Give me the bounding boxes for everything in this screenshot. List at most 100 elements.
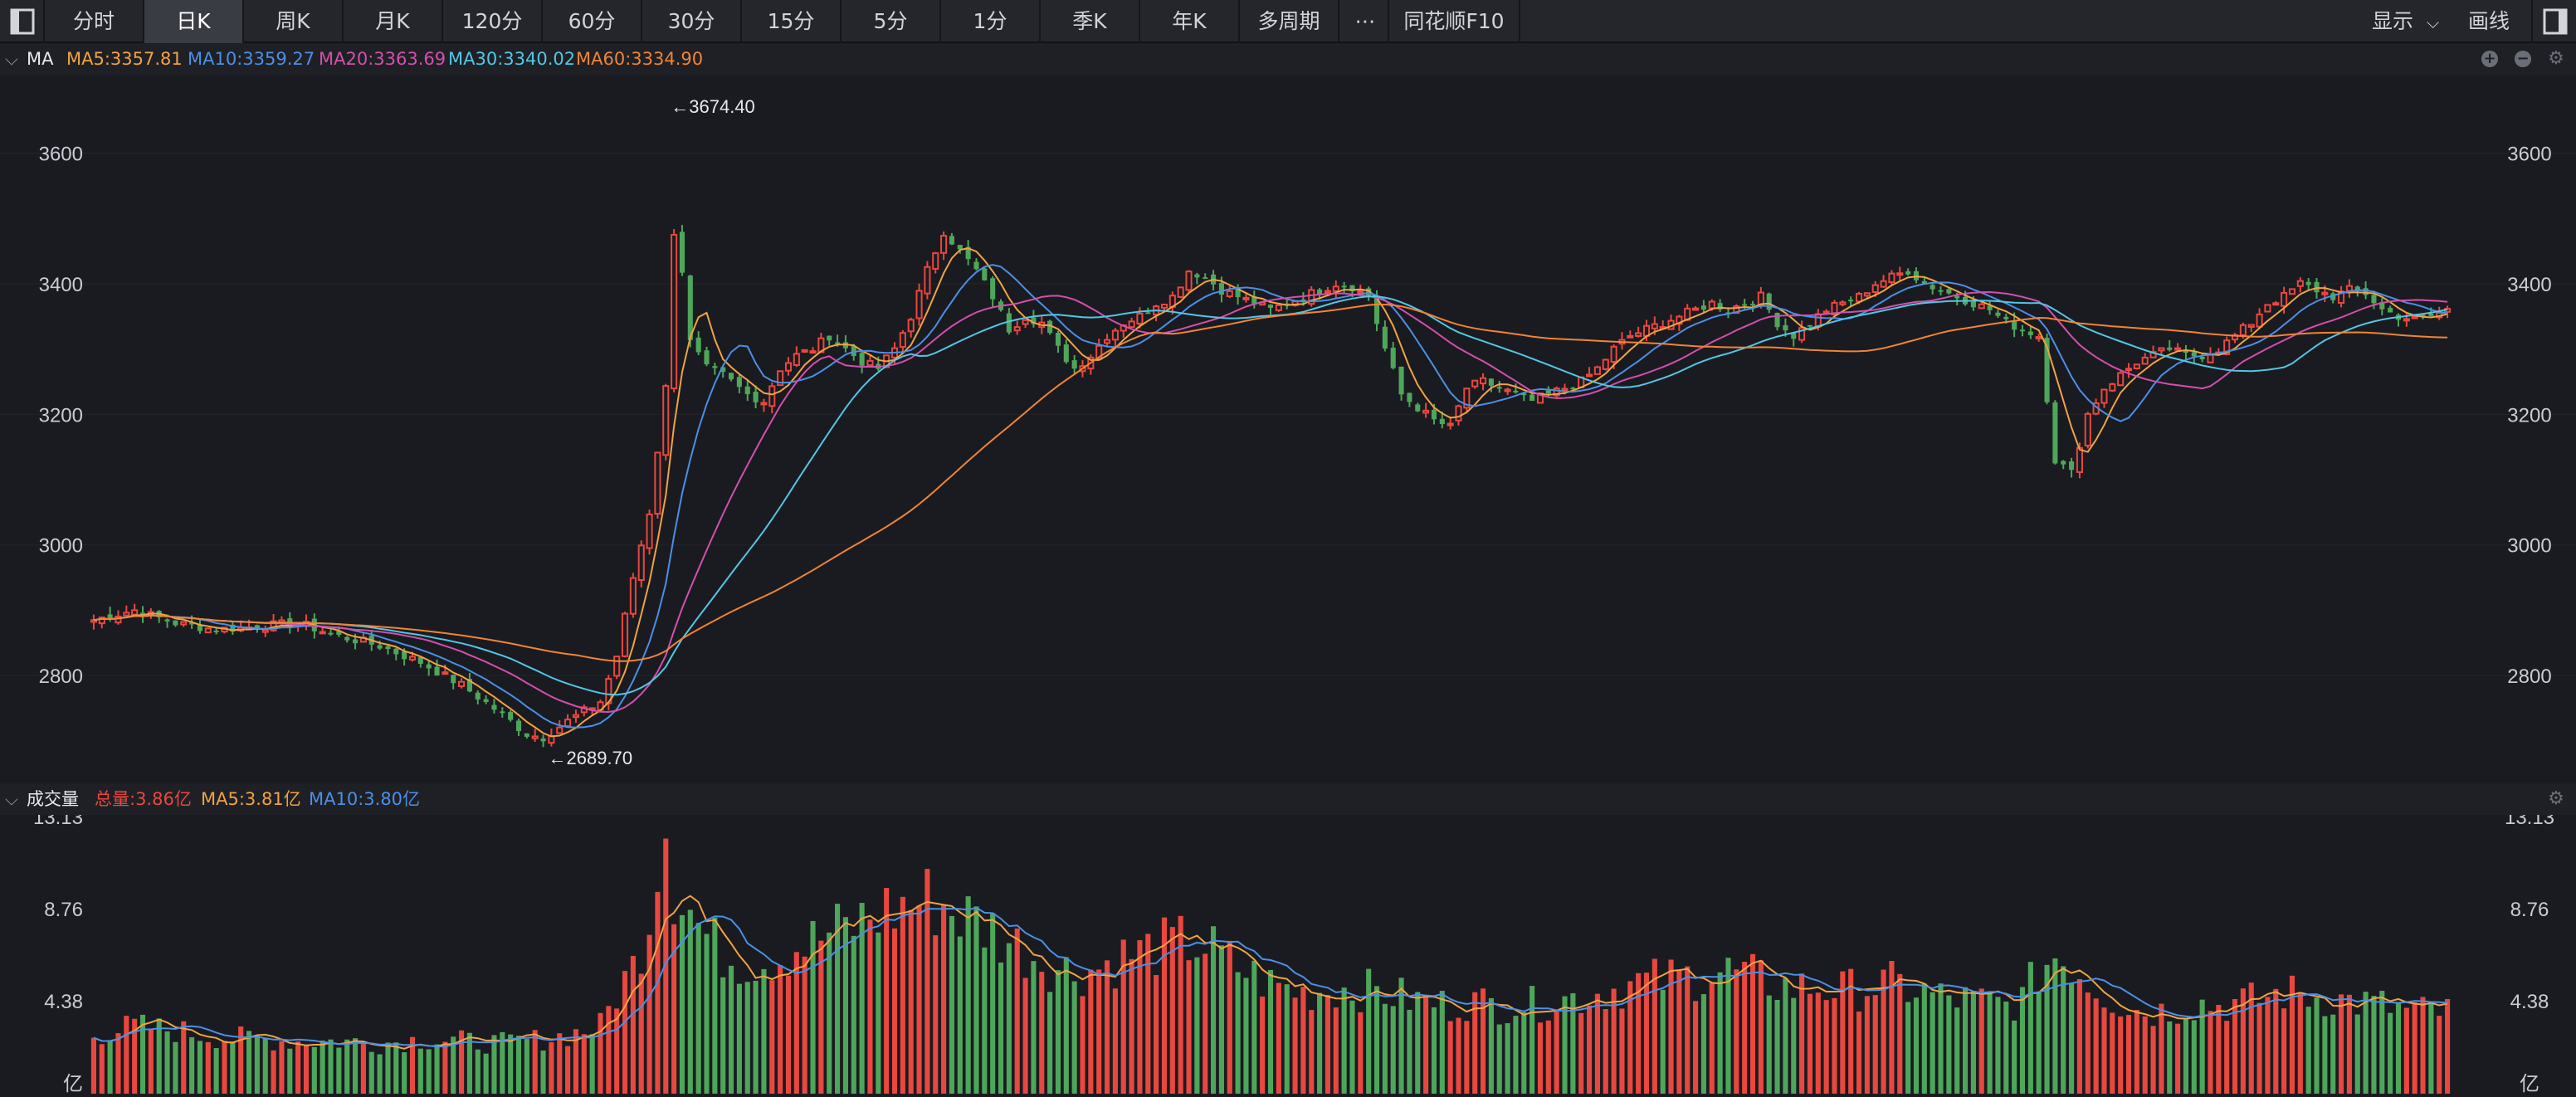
volume-bar (1358, 1012, 1364, 1094)
volume-bar (1749, 953, 1756, 1094)
candle-body (123, 612, 130, 617)
volume-bar (2183, 1018, 2189, 1094)
volume-panel-header: ⌵ 成交量 总量:3.86亿 MA5:3.81亿 MA10:3.80亿 ⚙ (0, 783, 2576, 815)
candle-body (1766, 293, 1772, 310)
candle-body (2003, 316, 2009, 319)
volume-bar (687, 909, 693, 1094)
volume-bar (1545, 1020, 1551, 1094)
volume-bar (916, 905, 922, 1094)
volume-bar (1594, 993, 1600, 1094)
candle-body (2256, 313, 2263, 328)
candle-body (1602, 358, 1609, 370)
candle-body (2084, 412, 2091, 446)
candle-body (475, 692, 481, 700)
zoom-in-icon[interactable]: + (2481, 51, 2498, 67)
volume-bar (2297, 993, 2303, 1094)
candle-body (801, 349, 808, 353)
candle-body (915, 290, 923, 319)
volume-bar (1521, 1012, 1527, 1094)
volume-bar (973, 906, 979, 1094)
volume-bar (1137, 940, 1143, 1094)
candle-body (1128, 320, 1135, 329)
volume-bar (1325, 995, 1330, 1094)
volume-bar (1203, 953, 1208, 1094)
candle-body (524, 733, 529, 737)
volume-bar (1243, 978, 1249, 1094)
candle-body (704, 350, 710, 365)
collapse-icon[interactable]: ⌵ (5, 43, 18, 75)
volume-bar (1251, 960, 1257, 1094)
candle-body (483, 699, 489, 702)
candle-body (319, 631, 326, 635)
volume-bar (1145, 934, 1151, 1094)
volume-bar (998, 962, 1004, 1094)
volume-bar (1407, 1009, 1412, 1094)
volume-bar (2012, 1020, 2017, 1094)
candle-body (662, 385, 670, 456)
candle-body (1561, 388, 1569, 392)
zoom-out-icon[interactable]: − (2515, 51, 2531, 67)
candle-body (2411, 315, 2418, 319)
candle-body (1203, 277, 1208, 280)
volume-bar (1505, 1023, 1510, 1094)
candle-body (2314, 281, 2320, 293)
volume-bar (1014, 928, 1020, 1094)
volume-bar (352, 1038, 359, 1094)
volume-indicator-label[interactable]: 成交量 (27, 783, 79, 815)
volume-bar (908, 909, 914, 1094)
candle-body (2133, 363, 2140, 369)
candle-body (899, 332, 906, 349)
candle-body (1978, 303, 1985, 310)
price-indicator-label[interactable]: MA (27, 43, 53, 75)
volume-bar (1194, 957, 1200, 1094)
volume-bar (311, 1046, 317, 1094)
candle-body (1530, 394, 1535, 402)
gear-icon[interactable]: ⚙ (2548, 790, 2564, 808)
kline-chart[interactable]: 2800 2800 3000 3000 3200 3200 3400 3400 3600 3600… (0, 0, 2576, 1097)
candle-body (1431, 409, 1437, 420)
candle-body (736, 377, 742, 388)
volume-bar (197, 1041, 202, 1094)
candle-body (2174, 347, 2182, 351)
candle-body (1136, 313, 1144, 324)
candle-body (957, 245, 963, 250)
candle-body (1063, 344, 1069, 363)
volume-bar (491, 1035, 497, 1094)
volume-bar (2134, 1010, 2139, 1094)
volume-bar (655, 891, 661, 1094)
volume-bar (1930, 992, 1935, 1094)
volume-bar (475, 1049, 481, 1094)
volume-bar (205, 1041, 211, 1094)
volume-bar (279, 1041, 285, 1094)
volume-bar (328, 1039, 334, 1094)
candle-body (173, 620, 178, 626)
volume-bar (1104, 960, 1110, 1094)
volume-bar (1530, 986, 1535, 1094)
candle-body (2247, 324, 2255, 328)
candle-body (859, 353, 865, 366)
volume-bar (549, 1042, 554, 1094)
volume-bar (2403, 1007, 2409, 1094)
volume-bar (2445, 998, 2451, 1094)
volume-bar (442, 1041, 448, 1094)
candle-body (1610, 345, 1617, 363)
vol-ma5-value: MA5:3.81亿 (201, 789, 301, 809)
candle-body (1479, 377, 1487, 385)
candle-body (637, 544, 645, 582)
candle-body (1324, 290, 1331, 294)
candle-body (932, 252, 939, 270)
candle-body (2363, 288, 2369, 295)
volume-bar (900, 896, 905, 1094)
volume-bar (1186, 960, 1192, 1094)
candle-body (753, 391, 759, 402)
volume-bar (785, 975, 792, 1094)
volume-bar (1643, 973, 1650, 1094)
volume-bar (1292, 997, 1298, 1094)
volume-bar (1578, 1012, 1584, 1094)
collapse-icon[interactable]: ⌵ (5, 783, 18, 815)
volume-bar (1693, 1001, 1699, 1094)
gear-icon[interactable]: ⚙ (2548, 50, 2564, 68)
volume-bar (736, 983, 742, 1094)
volume-bar (646, 934, 652, 1094)
candle-body (793, 353, 800, 366)
